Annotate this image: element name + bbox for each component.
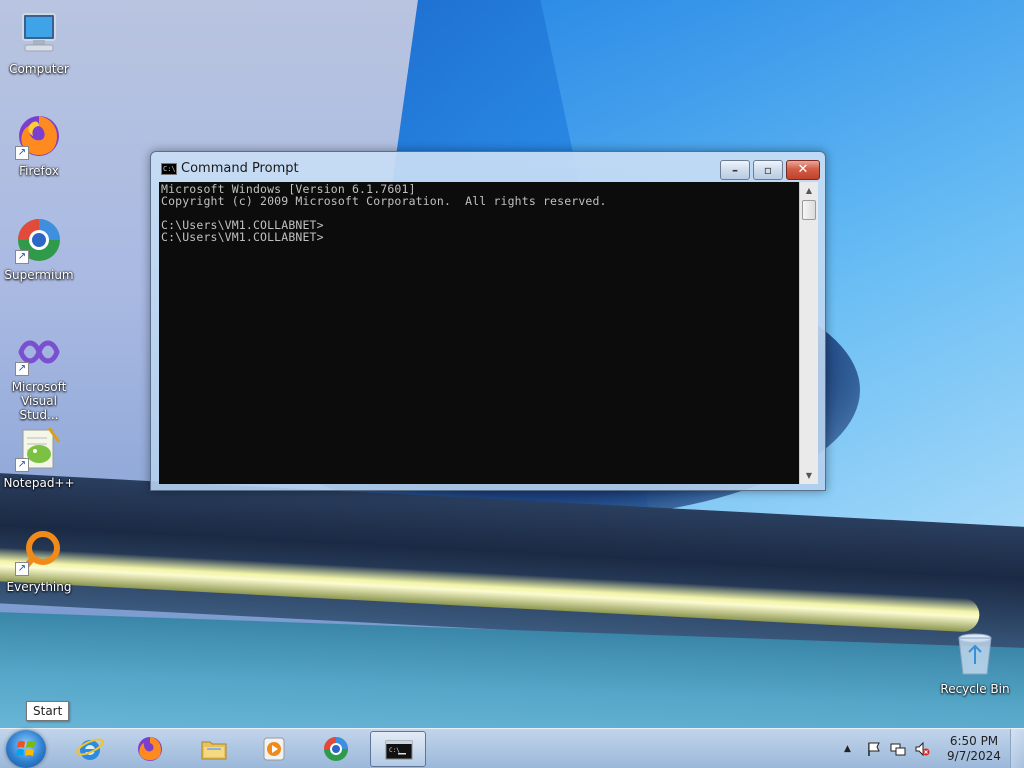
ie-icon [76,735,104,763]
maximize-button[interactable]: ▫ [753,160,783,180]
supermium-icon: ↗ [15,216,63,264]
cmd-icon: C:\ [161,163,177,175]
clock-date: 9/7/2024 [947,749,1001,763]
folder-icon [200,735,228,763]
network-icon[interactable] [890,741,906,757]
desktop-icon-supermium[interactable]: ↗ Supermium [0,216,78,282]
visual-studio-icon: ↗ [15,328,63,376]
minimize-button[interactable]: – [720,160,750,180]
shortcut-arrow-icon: ↗ [15,362,29,376]
show-hidden-icons-icon[interactable]: ▲ [844,741,860,757]
desktop-icon-firefox[interactable]: ↗ Firefox [0,112,78,178]
desktop-icon-label: Firefox [19,164,59,178]
volume-muted-icon[interactable] [914,741,930,757]
svg-text:C:\: C:\ [389,747,400,754]
media-player-icon [260,735,288,763]
recycle-bin-icon [951,630,999,678]
desktop-icon-visual-studio[interactable]: ↗ Microsoft Visual Stud... [0,328,78,422]
desktop-icon-computer[interactable]: Computer [0,10,78,76]
shortcut-arrow-icon: ↗ [15,146,29,160]
computer-icon [15,10,63,58]
desktop-icon-label: Everything [6,580,72,594]
scroll-thumb[interactable] [802,200,816,220]
clock[interactable]: 6:50 PM 9/7/2024 [944,734,1004,764]
vertical-scrollbar[interactable]: ▲ ▼ [799,182,818,484]
desktop-icon-label: Notepad++ [3,476,75,490]
taskbar-item-file-explorer[interactable] [186,731,242,767]
supermium-icon [322,735,350,763]
close-icon: ✕ [797,162,809,177]
scroll-up-icon[interactable]: ▲ [800,182,818,199]
taskbar-item-supermium[interactable] [308,731,364,767]
maximize-icon: ▫ [763,163,773,177]
window-title: Command Prompt [181,161,299,176]
clock-time: 6:50 PM [949,734,999,748]
desktop-icon-notepadpp[interactable]: ↗ Notepad++ [0,424,78,490]
taskbar-item-firefox[interactable] [122,731,178,767]
console-output: Microsoft Windows [Version 6.1.7601] Cop… [161,182,607,244]
desktop-icon-label: Microsoft Visual Stud... [11,380,67,422]
shortcut-arrow-icon: ↗ [15,562,29,576]
everything-icon: ↗ [15,528,63,576]
desktop-icon-everything[interactable]: ↗ Everything [0,528,78,594]
show-desktop-button[interactable] [1010,729,1024,768]
command-prompt-window[interactable]: C:\ Command Prompt – ▫ ✕ Microsoft Windo… [150,151,826,491]
title-bar[interactable]: C:\ Command Prompt – ▫ ✕ [151,152,825,182]
taskbar: C:\ ▲ 6:50 PM 9/7/2024 [0,728,1024,768]
firefox-icon [136,735,164,763]
cmd-icon: C:\ [385,736,413,764]
action-center-flag-icon[interactable] [866,741,882,757]
desktop-icon-label: Supermium [4,268,74,282]
minimize-icon: – [732,163,738,177]
taskbar-item-media-player[interactable] [246,731,302,767]
firefox-icon: ↗ [15,112,63,160]
desktop-icon-recycle-bin[interactable]: Recycle Bin [936,630,1014,696]
start-tooltip: Start [26,701,70,721]
notepadpp-icon: ↗ [15,424,63,472]
console-area[interactable]: Microsoft Windows [Version 6.1.7601] Cop… [159,182,799,484]
desktop-icon-label: Computer [9,62,69,76]
system-tray: ▲ [840,729,940,768]
scroll-down-icon[interactable]: ▼ [800,467,818,484]
close-button[interactable]: ✕ [786,160,820,180]
start-button[interactable] [6,730,46,768]
windows-logo-icon [16,741,35,756]
desktop-icon-label: Recycle Bin [940,682,1010,696]
taskbar-item-internet-explorer[interactable] [62,731,118,767]
shortcut-arrow-icon: ↗ [15,250,29,264]
taskbar-item-command-prompt[interactable]: C:\ [370,731,426,767]
shortcut-arrow-icon: ↗ [15,458,29,472]
